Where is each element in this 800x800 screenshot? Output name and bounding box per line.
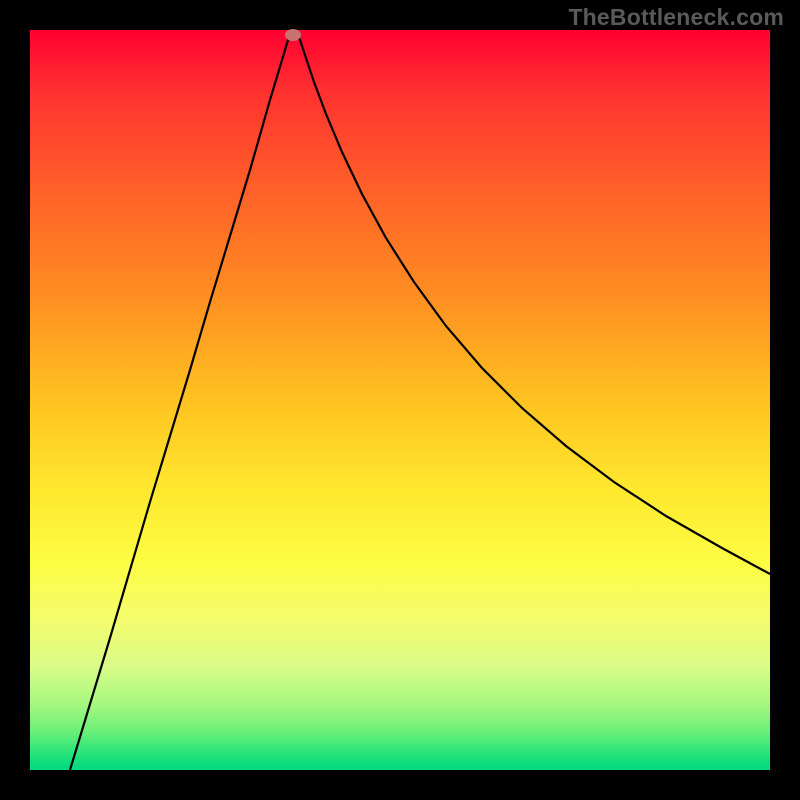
bottleneck-curve — [30, 30, 770, 770]
optimum-marker — [285, 29, 301, 41]
curve-left-branch — [70, 30, 291, 770]
curve-right-branch — [296, 30, 770, 574]
watermark-text: TheBottleneck.com — [568, 4, 784, 31]
chart-panel — [30, 30, 770, 770]
